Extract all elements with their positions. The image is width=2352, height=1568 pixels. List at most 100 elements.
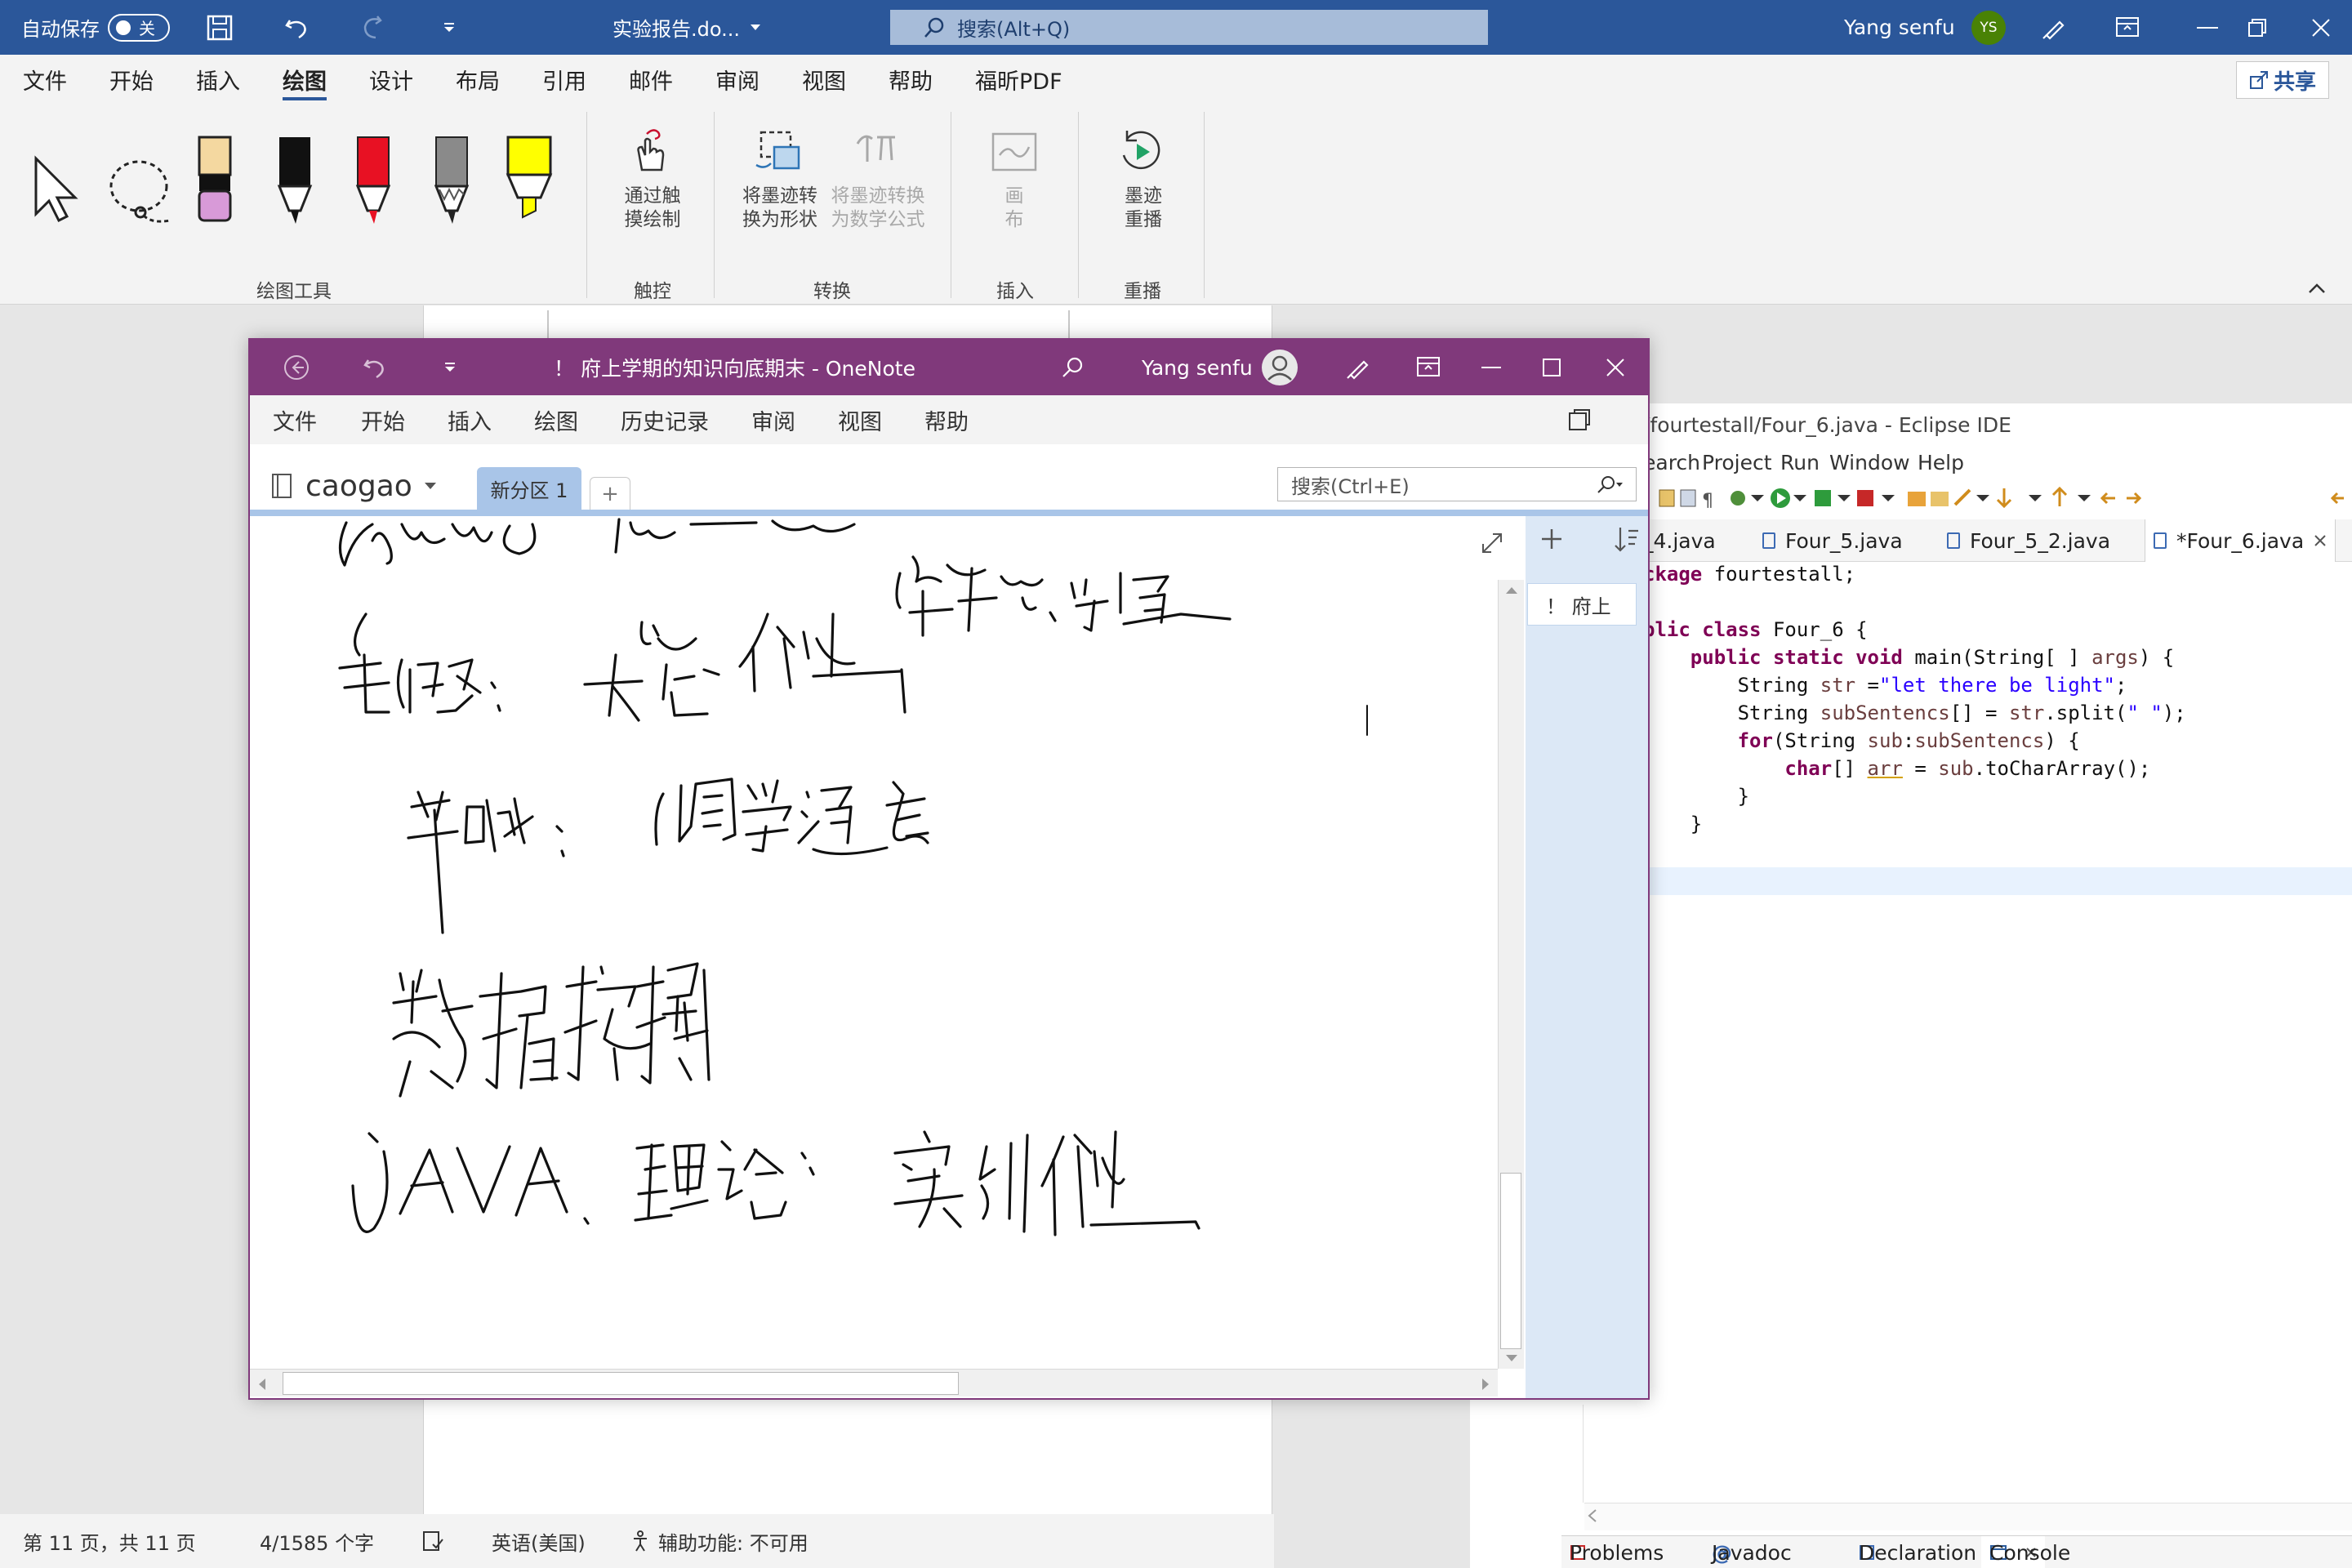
pencil-icon[interactable] bbox=[433, 136, 470, 225]
onenote-title: ！ 府上学期的知识向底期末 - OneNote bbox=[554, 357, 915, 381]
undo-icon[interactable] bbox=[361, 340, 387, 395]
drawing-canvas-line1: 画 bbox=[1004, 185, 1024, 207]
add-section-button[interactable]: + bbox=[590, 477, 630, 510]
user-avatar-icon[interactable] bbox=[1261, 340, 1298, 395]
autosave-toggle[interactable]: 关 bbox=[108, 0, 170, 55]
tab-file[interactable]: 文件 bbox=[23, 55, 67, 104]
scroll-up-icon[interactable] bbox=[1503, 585, 1520, 596]
editor-horizontal-scrollbar[interactable] bbox=[1584, 1503, 2352, 1530]
ink-to-shape-label[interactable]: 将墨迹转 换为形状 bbox=[735, 185, 825, 232]
scroll-left-icon[interactable] bbox=[256, 1377, 268, 1392]
tab-review[interactable]: 审阅 bbox=[751, 395, 795, 444]
minimize-icon[interactable] bbox=[1481, 340, 1501, 395]
tab-view[interactable]: 视图 bbox=[802, 55, 846, 104]
horizontal-scroll-thumb[interactable] bbox=[283, 1372, 959, 1395]
note-canvas[interactable] bbox=[250, 516, 1526, 1374]
section-tab[interactable]: 新分区 1 bbox=[477, 467, 581, 510]
undo-icon[interactable] bbox=[283, 0, 310, 55]
eclipse-divider bbox=[1583, 1405, 1584, 1503]
problems-tab[interactable]: Problems bbox=[1570, 1536, 1664, 1568]
collapse-ribbon-icon[interactable] bbox=[2308, 283, 2326, 294]
expand-icon[interactable] bbox=[1480, 531, 1504, 555]
tab-view[interactable]: 视图 bbox=[838, 395, 882, 444]
menu-help[interactable]: Help bbox=[1918, 446, 1964, 479]
notebook-selector[interactable]: caogao bbox=[270, 467, 437, 505]
redo-icon[interactable] bbox=[359, 0, 387, 55]
tab-draw[interactable]: 绘图 bbox=[534, 395, 578, 444]
search-icon[interactable] bbox=[1060, 340, 1085, 395]
draw-with-touch-icon[interactable] bbox=[630, 127, 671, 173]
code-editor[interactable]: ckage fourtestall;​blic class Four_6 { p… bbox=[1643, 560, 2352, 838]
tab-help[interactable]: 帮助 bbox=[889, 55, 933, 104]
lasso-select-icon[interactable] bbox=[105, 155, 178, 229]
editor-tab-label: *Four_6.java bbox=[2176, 528, 2305, 553]
menu-search[interactable]: earch bbox=[1643, 446, 1700, 479]
tab-insert[interactable]: 插入 bbox=[448, 395, 492, 444]
close-icon[interactable] bbox=[2311, 0, 2331, 55]
proofing-icon[interactable] bbox=[421, 1514, 444, 1568]
accessibility-status[interactable]: 辅助功能: 不可用 bbox=[630, 1514, 808, 1568]
highlighter-icon[interactable] bbox=[505, 136, 554, 225]
share-button[interactable]: 共享 bbox=[2236, 61, 2329, 99]
tab-references[interactable]: 引用 bbox=[542, 55, 586, 104]
sort-pages-icon[interactable] bbox=[1610, 523, 1643, 555]
editor-tab[interactable]: Four_5.java bbox=[1762, 519, 1903, 562]
word-search-box[interactable]: 搜索(Alt+Q) bbox=[890, 10, 1488, 45]
ink-replay-icon[interactable] bbox=[1117, 127, 1166, 175]
tab-insert[interactable]: 插入 bbox=[196, 55, 240, 104]
tab-review[interactable]: 审阅 bbox=[715, 55, 760, 104]
sticky-note-icon[interactable] bbox=[1566, 395, 1592, 444]
customize-qat-icon[interactable] bbox=[441, 0, 457, 55]
onenote-search-input[interactable]: 搜索(Ctrl+E) bbox=[1277, 467, 1637, 501]
scroll-right-icon[interactable] bbox=[1480, 1377, 1491, 1392]
avatar[interactable]: YS bbox=[1971, 11, 2006, 45]
vertical-scroll-thumb[interactable] bbox=[1500, 1173, 1521, 1349]
ink-to-shape-icon[interactable] bbox=[755, 127, 804, 175]
draw-with-touch-label[interactable]: 通过触 摸绘制 bbox=[616, 185, 689, 232]
tab-layout[interactable]: 布局 bbox=[456, 55, 500, 104]
close-tab-icon[interactable] bbox=[2314, 534, 2327, 547]
tab-home[interactable]: 开始 bbox=[361, 395, 405, 444]
ribbon-display-icon[interactable] bbox=[1416, 340, 1441, 395]
page-count[interactable]: 第 11 页，共 11 页 bbox=[23, 1514, 196, 1568]
scroll-down-icon[interactable] bbox=[1503, 1352, 1520, 1364]
add-page-icon[interactable] bbox=[1535, 523, 1568, 555]
eraser-pen-icon[interactable] bbox=[196, 136, 234, 224]
customize-qat-icon[interactable] bbox=[443, 340, 457, 395]
menu-run[interactable]: Run bbox=[1780, 446, 1820, 479]
restore-icon[interactable] bbox=[2247, 0, 2267, 55]
page-list-item[interactable]: ！ 府上 bbox=[1527, 583, 1637, 626]
menu-window[interactable]: Window bbox=[1829, 446, 1910, 479]
save-icon[interactable] bbox=[206, 0, 234, 55]
language[interactable]: 英语(美国) bbox=[492, 1514, 586, 1568]
tab-mailings[interactable]: 邮件 bbox=[629, 55, 673, 104]
code-line: ckage fourtestall; bbox=[1643, 563, 1856, 586]
tab-history[interactable]: 历史记录 bbox=[621, 395, 709, 444]
back-icon[interactable] bbox=[283, 340, 310, 395]
editor-tab[interactable]: Four_5_2.java bbox=[1947, 519, 2110, 562]
tab-foxit-pdf[interactable]: 福昕PDF bbox=[975, 55, 1062, 104]
tab-file[interactable]: 文件 bbox=[273, 395, 317, 444]
word-count[interactable]: 4/1585 个字 bbox=[260, 1514, 374, 1568]
pen-icon[interactable] bbox=[1344, 340, 1372, 395]
maximize-icon[interactable] bbox=[1542, 340, 1561, 395]
declaration-tab[interactable]: Declaration bbox=[1859, 1536, 1976, 1568]
black-pen-icon[interactable] bbox=[276, 136, 314, 225]
tab-home[interactable]: 开始 bbox=[109, 55, 154, 104]
document-title[interactable]: 实验报告.do... bbox=[612, 0, 761, 55]
menu-project[interactable]: Project bbox=[1702, 446, 1772, 479]
editor-tab-active[interactable]: *Four_6.java bbox=[2145, 519, 2336, 562]
red-pen-icon[interactable] bbox=[354, 136, 392, 225]
select-objects-icon[interactable] bbox=[31, 155, 83, 224]
pen-icon[interactable] bbox=[2040, 0, 2068, 55]
ink-replay-label[interactable]: 墨迹 重播 bbox=[1119, 185, 1168, 232]
group-touch: 触控 bbox=[634, 281, 671, 302]
console-tab[interactable]: Console bbox=[1981, 1536, 2070, 1568]
minimize-icon[interactable] bbox=[2197, 0, 2218, 55]
tab-help[interactable]: 帮助 bbox=[924, 395, 969, 444]
tab-design[interactable]: 设计 bbox=[369, 55, 413, 104]
editor-tab[interactable]: _4.java bbox=[1643, 519, 1716, 562]
close-icon[interactable] bbox=[1606, 340, 1625, 395]
ribbon-display-icon[interactable] bbox=[2115, 0, 2140, 55]
tab-draw[interactable]: 绘图 bbox=[283, 55, 327, 104]
